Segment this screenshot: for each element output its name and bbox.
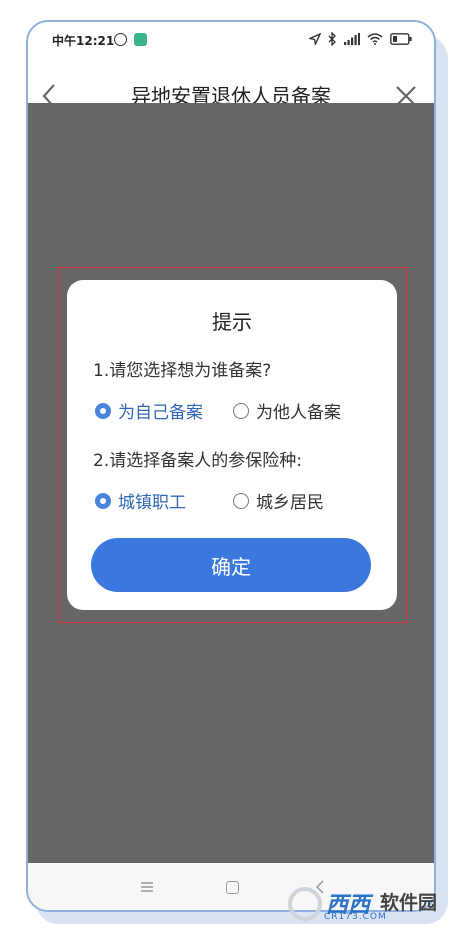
option-label: 城乡居民	[256, 493, 324, 513]
question-2: 2.请选择备案人的参保险种:	[93, 451, 302, 471]
alarm-icon	[114, 33, 127, 46]
menu-icon[interactable]	[140, 881, 154, 893]
radio-selected-icon	[95, 402, 111, 419]
confirm-button[interactable]: 确定	[91, 538, 371, 592]
option-label: 为自己备案	[118, 403, 203, 423]
option-urban-rural-resident[interactable]: 城乡居民	[233, 488, 324, 513]
location-icon	[309, 33, 321, 45]
status-time: 中午12:21	[52, 34, 115, 48]
app-notification-icon	[134, 33, 147, 46]
watermark-emblem-icon	[288, 887, 322, 921]
option-label: 城镇职工	[118, 493, 186, 513]
radio-unselected-icon	[233, 492, 249, 509]
option-urban-employee[interactable]: 城镇职工	[95, 488, 186, 513]
watermark-logo: 西西 软件园 CR173.COM	[288, 885, 458, 925]
watermark-name: 软件园	[380, 892, 438, 914]
signal-icon	[344, 33, 360, 45]
question-1: 1.请您选择想为谁备案?	[93, 361, 272, 381]
status-icons	[309, 30, 412, 48]
status-bar: 中午12:21	[28, 22, 434, 62]
option-self-record[interactable]: 为自己备案	[95, 398, 203, 423]
option-label: 为他人备案	[256, 403, 341, 423]
home-icon[interactable]	[226, 881, 239, 894]
wifi-icon	[367, 33, 383, 45]
battery-icon	[390, 33, 412, 45]
bluetooth-icon	[328, 32, 336, 46]
option-other-record[interactable]: 为他人备案	[233, 398, 341, 423]
prompt-dialog: 提示 1.请您选择想为谁备案? 为自己备案 为他人备案 2.请选择备案人的参保险…	[67, 280, 397, 610]
watermark-url: CR173.COM	[324, 912, 387, 922]
phone-frame: 中午12:21 异地安置退休人员备案 提示 1.请您选择想为谁备案? 为自己备案…	[26, 20, 436, 912]
radio-unselected-icon	[233, 402, 249, 419]
dialog-title: 提示	[212, 310, 252, 334]
radio-selected-icon	[95, 492, 111, 509]
